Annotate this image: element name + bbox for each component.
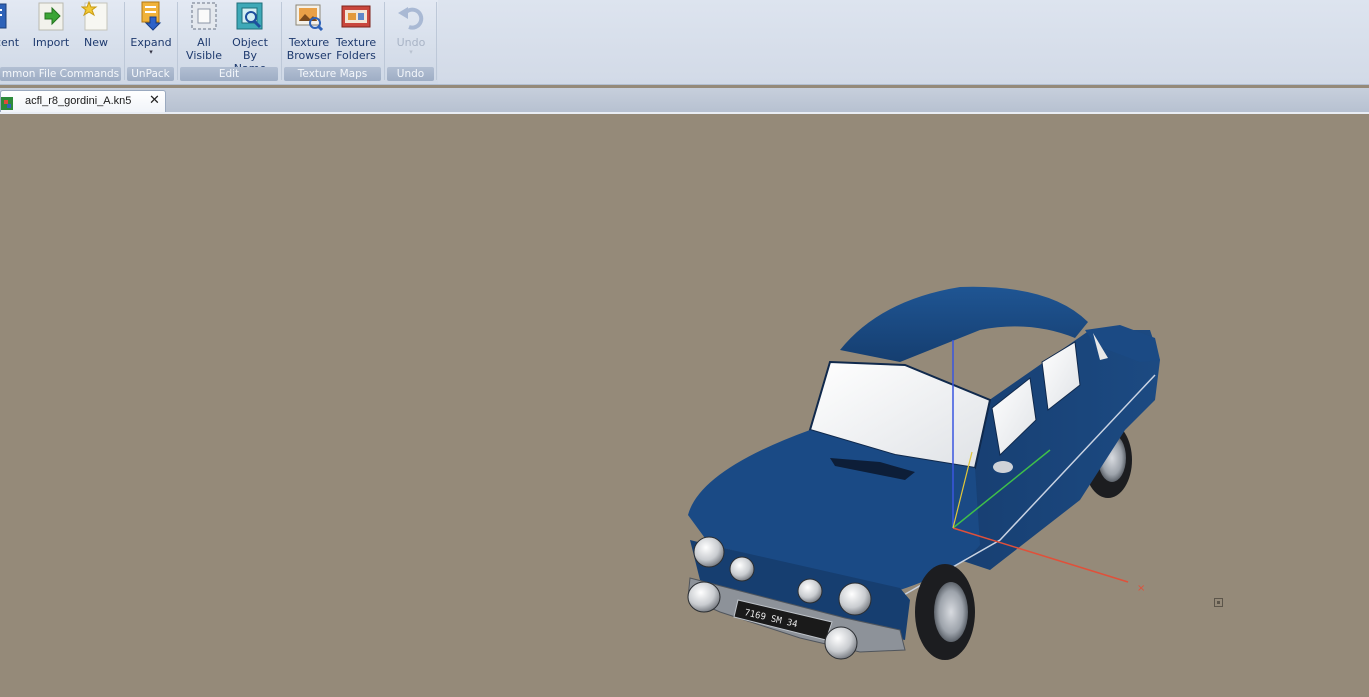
all-visible-button[interactable]: All Visible [184, 0, 224, 66]
group-label-unpack: UnPack [127, 67, 174, 81]
group-separator [436, 2, 437, 80]
texture-folders-label-line2: Folders [336, 49, 376, 62]
pivot-marker-icon[interactable] [1214, 598, 1223, 607]
ribbon-empty-area [438, 0, 1369, 84]
kn5-file-icon [1, 95, 13, 110]
recent-button[interactable]: cent [0, 0, 22, 66]
recent-icon [0, 1, 22, 31]
new-file-icon [80, 0, 111, 31]
car-side-mirror [993, 461, 1013, 473]
texture-folders-label-line1: Texture [335, 36, 377, 49]
undo-dropdown-caret[interactable]: ▾ [409, 49, 413, 56]
object-by-name-label-line1: Object [232, 36, 268, 49]
group-separator [384, 2, 385, 80]
headlight-left-inner [729, 556, 755, 582]
group-label-undo: Undo [387, 67, 434, 81]
texture-browser-label-line2: Browser [286, 49, 332, 62]
undo-button[interactable]: Undo ▾ [390, 0, 432, 66]
fog-lamp-right [824, 626, 858, 660]
texture-folders-icon [341, 1, 371, 31]
new-button-label: New [84, 36, 108, 49]
all-visible-label-line2: Visible [186, 49, 222, 62]
fog-lamp-left [687, 581, 721, 613]
gizmo-x-label: × [1137, 583, 1145, 594]
all-visible-label-line1: All [197, 36, 211, 49]
document-tab-label: acfl_r8_gordini_A.kn5 [25, 95, 132, 107]
object-by-name-icon [235, 1, 265, 31]
group-separator [177, 2, 178, 80]
close-tab-icon[interactable]: ✕ [149, 93, 160, 108]
import-button[interactable]: Import [32, 0, 70, 66]
object-by-name-button[interactable]: Object By Name [226, 0, 274, 75]
ribbon-toolbar: cent Import New Expand ▾ All Visible [0, 0, 1369, 85]
3d-viewport[interactable]: 7169 SM 34 × [0, 114, 1369, 697]
headlight-left [693, 536, 725, 568]
texture-browser-label-line1: Texture [288, 36, 330, 49]
group-label-edit: Edit [180, 67, 278, 81]
group-label-texture-maps: Texture Maps [284, 67, 381, 81]
headlight-right-inner [797, 578, 823, 604]
group-separator [281, 2, 282, 80]
import-arrow-icon [36, 1, 66, 31]
headlight-right [838, 582, 872, 616]
texture-browser-icon [294, 1, 324, 32]
texture-folders-button[interactable]: Texture Folders [334, 0, 378, 66]
group-separator [124, 2, 125, 80]
group-label-common-file-commands: mmon File Commands [0, 67, 121, 81]
document-tab-bar: acfl_r8_gordini_A.kn5 ✕ [0, 88, 1369, 114]
expand-dropdown-caret[interactable]: ▾ [149, 49, 153, 56]
expand-icon [136, 1, 166, 31]
car-3d-model[interactable]: 7169 SM 34 × [0, 114, 1369, 697]
document-tab[interactable]: acfl_r8_gordini_A.kn5 ✕ [0, 90, 166, 112]
import-button-label: Import [32, 36, 70, 49]
texture-browser-button[interactable]: Texture Browser [286, 0, 332, 66]
car-roof [840, 286, 1088, 362]
recent-button-label: cent [0, 36, 20, 49]
all-visible-icon [189, 1, 219, 31]
undo-icon [396, 1, 426, 31]
expand-button[interactable]: Expand ▾ [129, 0, 173, 66]
new-button[interactable]: New [80, 0, 112, 66]
